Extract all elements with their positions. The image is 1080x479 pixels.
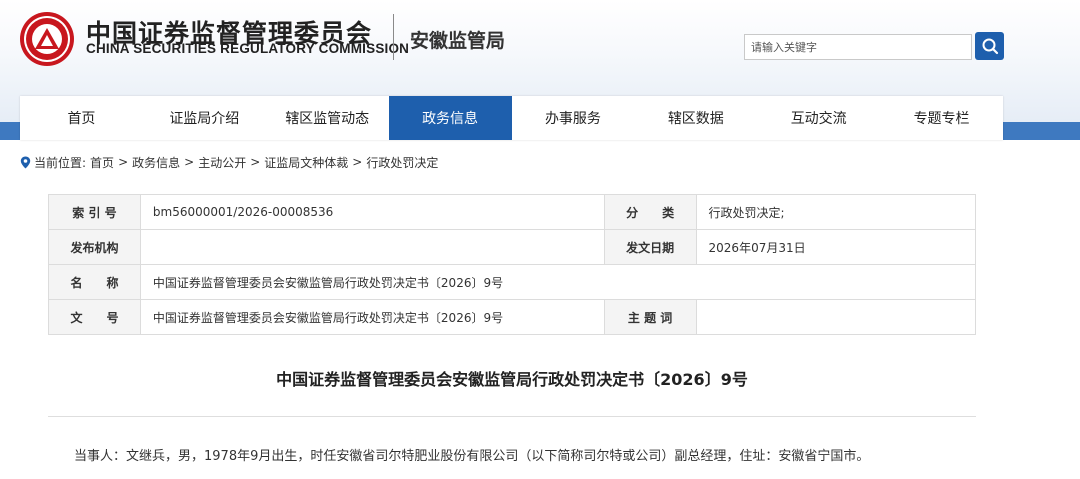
nav-item-regional-data[interactable]: 辖区数据 [634, 96, 757, 140]
logo-divider [393, 14, 394, 60]
category-value: 行政处罚决定; [695, 194, 977, 230]
search-input[interactable] [744, 34, 972, 60]
org-name-en: CHINA SECURITIES REGULATORY COMMISSION [86, 41, 410, 56]
title-divider [48, 416, 976, 417]
breadcrumb-document-types[interactable]: 证监局文种体裁 [264, 154, 348, 171]
breadcrumb-separator: > [184, 155, 195, 169]
doc-no-value: 中国证券监督管理委员会安徽监管局行政处罚决定书〔2026〕9号 [139, 299, 605, 335]
breadcrumb: 当前位置: 首页 > 政务信息 > 主动公开 > 证监局文种体裁 > 行政处罚决… [20, 154, 438, 170]
bureau-name: 安徽监管局 [410, 30, 506, 52]
document-paragraph: 当事人：文继兵，男，1978年9月出生，时任安徽省司尔特肥业股份有限公司（以下简… [74, 449, 870, 464]
subject-value [695, 299, 977, 335]
breadcrumb-government-info[interactable]: 政务信息 [132, 154, 180, 171]
metadata-row: 索 引 号 bm56000001/2026-00008536 分 类 行政处罚决… [48, 194, 977, 230]
nav-item-special-topics[interactable]: 专题专栏 [880, 96, 1003, 140]
search-button[interactable] [975, 32, 1004, 60]
breadcrumb-prefix: 当前位置: [34, 155, 87, 170]
publisher-value [139, 229, 605, 265]
metadata-row: 名 称 中国证券监督管理委员会安徽监管局行政处罚决定书〔2026〕9号 [48, 264, 977, 300]
publisher-label: 发布机构 [48, 229, 141, 265]
metadata-row: 文 号 中国证券监督管理委员会安徽监管局行政处罚决定书〔2026〕9号 主 题 … [48, 299, 977, 335]
nav-item-regional-news[interactable]: 辖区监管动态 [266, 96, 389, 140]
breadcrumb-separator: > [352, 155, 363, 169]
category-label: 分 类 [603, 194, 697, 230]
name-value: 中国证券监督管理委员会安徽监管局行政处罚决定书〔2026〕9号 [139, 264, 977, 300]
date-value: 2026年07月31日 [695, 229, 977, 265]
csrc-emblem-icon[interactable] [19, 11, 75, 67]
date-label: 发文日期 [603, 229, 697, 265]
doc-no-label: 文 号 [48, 299, 141, 335]
main-nav: 首页 证监局介绍 辖区监管动态 政务信息 办事服务 辖区数据 互动交流 专题专栏 [20, 96, 1003, 140]
document-metadata-table: 索 引 号 bm56000001/2026-00008536 分 类 行政处罚决… [48, 194, 977, 335]
subject-label: 主 题 词 [603, 299, 697, 335]
index-value: bm56000001/2026-00008536 [139, 194, 605, 230]
nav-item-interaction[interactable]: 互动交流 [757, 96, 880, 140]
location-pin-icon [20, 156, 31, 168]
search-icon [982, 38, 998, 55]
breadcrumb-public-disclosure[interactable]: 主动公开 [198, 154, 246, 171]
metadata-row: 发布机构 发文日期 2026年07月31日 [48, 229, 977, 265]
breadcrumb-separator: > [118, 155, 129, 169]
nav-item-bureau-intro[interactable]: 证监局介绍 [143, 96, 266, 140]
index-label: 索 引 号 [48, 194, 141, 230]
nav-item-services[interactable]: 办事服务 [512, 96, 635, 140]
nav-item-home[interactable]: 首页 [20, 96, 143, 140]
breadcrumb-separator: > [250, 155, 261, 169]
breadcrumb-home[interactable]: 首页 [90, 154, 114, 171]
name-label: 名 称 [48, 264, 141, 300]
document-title: 中国证券监督管理委员会安徽监管局行政处罚决定书〔2026〕9号 [276, 370, 748, 389]
nav-item-government-info[interactable]: 政务信息 [388, 96, 512, 140]
breadcrumb-penalty-decisions[interactable]: 行政处罚决定 [366, 154, 438, 171]
